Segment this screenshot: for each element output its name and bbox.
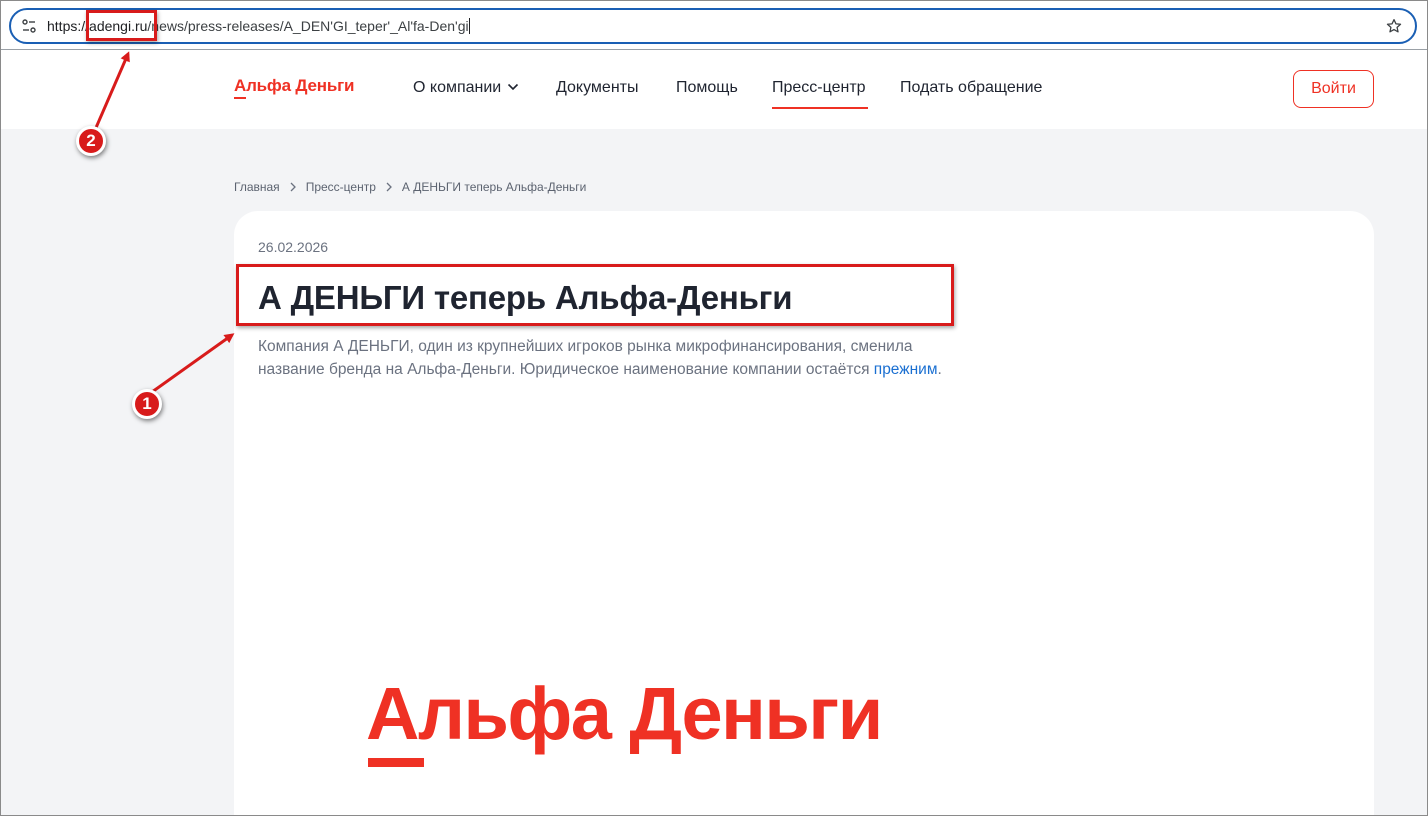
nav-submit-appeal[interactable]: Подать обращение xyxy=(900,79,1042,97)
breadcrumb-current: А ДЕНЬГИ теперь Альфа-Деньги xyxy=(401,180,587,194)
brand-logo-underline xyxy=(234,97,246,99)
breadcrumb-press[interactable]: Пресс-центр xyxy=(306,180,376,194)
article-lead-text: Компания А ДЕНЬГИ, один из крупнейших иг… xyxy=(258,338,913,378)
browser-toolbar: https://adengi.ru/news/press-releases/A_… xyxy=(0,0,1428,50)
chevron-right-icon xyxy=(290,182,296,192)
url-host: adengi.ru xyxy=(89,18,148,34)
url-scheme: https:// xyxy=(47,18,90,34)
article-card: 26.02.2026 А ДЕНЬГИ теперь Альфа-Деньги … xyxy=(234,211,1374,816)
article-image-logo-underline xyxy=(368,758,424,767)
article-lead-link[interactable]: прежним xyxy=(874,361,938,378)
article-image-logo: Альфа Деньги xyxy=(366,672,883,755)
nav-press-center[interactable]: Пресс-центр xyxy=(772,79,866,97)
site-header: Альфа Деньги О компании Документы Помощь… xyxy=(0,50,1428,129)
article-lead-end: . xyxy=(937,361,942,378)
bookmark-star-icon[interactable] xyxy=(1385,17,1403,35)
chevron-down-icon xyxy=(508,83,519,91)
article-title: А ДЕНЬГИ теперь Альфа-Деньги xyxy=(258,279,793,316)
annotation-badge-1: 1 xyxy=(132,389,162,419)
text-caret xyxy=(468,18,470,34)
nav-active-indicator xyxy=(772,107,868,109)
nav-about-label: О компании xyxy=(413,79,502,96)
nav-about[interactable]: О компании xyxy=(413,79,519,97)
brand-logo[interactable]: Альфа Деньги xyxy=(234,76,354,96)
breadcrumb-home[interactable]: Главная xyxy=(234,180,280,194)
nav-documents[interactable]: Документы xyxy=(556,79,638,97)
arrow-1 xyxy=(151,333,235,394)
breadcrumb: Главная Пресс-центр А ДЕНЬГИ теперь Альф… xyxy=(234,180,586,194)
url-text[interactable]: https://adengi.ru/news/press-releases/A_… xyxy=(47,10,470,42)
address-bar[interactable]: https://adengi.ru/news/press-releases/A_… xyxy=(9,8,1417,44)
url-path: /news/press-releases/A_DEN'GI_teper'_Al'… xyxy=(147,18,469,34)
annotation-badge-2: 2 xyxy=(76,126,106,156)
nav-help[interactable]: Помощь xyxy=(676,79,738,97)
article-lead: Компания А ДЕНЬГИ, один из крупнейших иг… xyxy=(258,335,978,381)
site-settings-icon[interactable] xyxy=(21,18,37,34)
login-button[interactable]: Войти xyxy=(1293,70,1374,108)
chevron-right-icon xyxy=(386,182,392,192)
article-date: 26.02.2026 xyxy=(258,239,329,255)
